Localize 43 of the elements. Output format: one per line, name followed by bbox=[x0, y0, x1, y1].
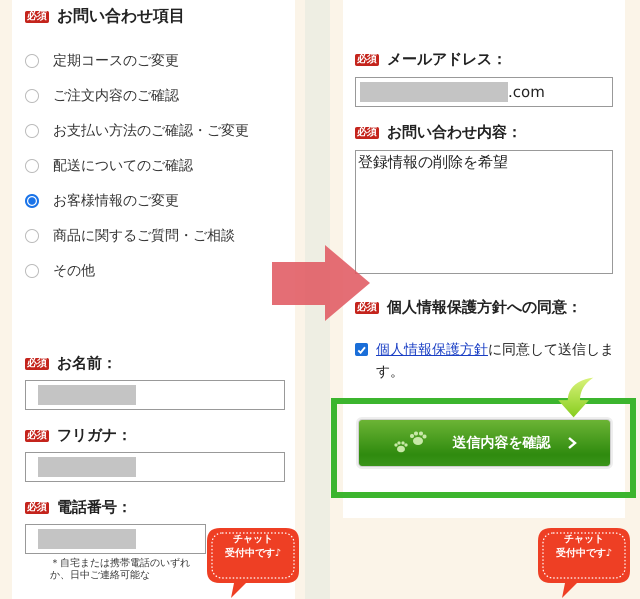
radio-button[interactable] bbox=[25, 54, 39, 68]
radio-button[interactable] bbox=[25, 194, 39, 208]
consent-text: 個人情報保護方針に同意して送信します。 bbox=[376, 341, 615, 382]
field-label: 電話番号： bbox=[57, 498, 132, 517]
field-label: 個人情報保護方針への同意： bbox=[387, 298, 582, 317]
input-field[interactable] bbox=[25, 524, 206, 554]
field-label: メールアドレス： bbox=[387, 50, 507, 69]
policy-link[interactable]: 個人情報保護方針 bbox=[376, 342, 488, 358]
text-area[interactable]: 登録情報の削除を希望 bbox=[355, 150, 613, 274]
required-badge: 必須 bbox=[25, 502, 49, 514]
footnote: ＊自宅または携帯電話のいずれか、日中ご連絡可能な bbox=[50, 558, 191, 582]
input-field[interactable] bbox=[25, 452, 285, 482]
field-label: お問い合わせ項目 bbox=[57, 6, 185, 27]
field-label: お問い合わせ内容： bbox=[387, 123, 522, 142]
field-label: フリガナ： bbox=[57, 426, 132, 445]
chat-button[interactable]: チャット 受付中です♪ bbox=[206, 527, 300, 599]
radio-button[interactable] bbox=[25, 88, 39, 102]
required-badge: 必須 bbox=[25, 10, 49, 22]
required-badge: 必須 bbox=[25, 358, 49, 370]
required-badge: 必須 bbox=[25, 430, 49, 442]
chat-button[interactable]: チャット 受付中です♪ bbox=[537, 527, 631, 599]
arrow-icon bbox=[556, 377, 595, 418]
input-field[interactable] bbox=[25, 380, 285, 410]
option-label[interactable]: その他 bbox=[53, 262, 95, 280]
required-badge: 必須 bbox=[355, 302, 379, 314]
submit-button[interactable]: 送信内容を確認 bbox=[358, 419, 611, 467]
option-label[interactable]: 商品に関するご質問・ご相談 bbox=[53, 226, 235, 244]
field-label: お名前： bbox=[57, 354, 117, 373]
required-badge: 必須 bbox=[355, 126, 379, 138]
option-label[interactable]: 配送についてのご確認 bbox=[53, 156, 193, 174]
option-label[interactable]: お客様情報のご変更 bbox=[53, 192, 179, 210]
radio-button[interactable] bbox=[25, 228, 39, 242]
required-badge: 必須 bbox=[355, 54, 379, 66]
option-label[interactable]: 定期コースのご変更 bbox=[53, 52, 179, 70]
option-label[interactable]: ご注文内容のご確認 bbox=[53, 86, 179, 104]
chevron-icon bbox=[566, 437, 576, 449]
option-label[interactable]: お支払い方法のご確認・ご変更 bbox=[53, 122, 249, 140]
input-field[interactable]: .com bbox=[355, 77, 613, 107]
radio-button[interactable] bbox=[25, 158, 39, 172]
radio-button[interactable] bbox=[25, 124, 39, 138]
radio-button[interactable] bbox=[25, 264, 39, 278]
checkbox[interactable] bbox=[355, 343, 368, 356]
field-value: .com bbox=[508, 83, 545, 101]
